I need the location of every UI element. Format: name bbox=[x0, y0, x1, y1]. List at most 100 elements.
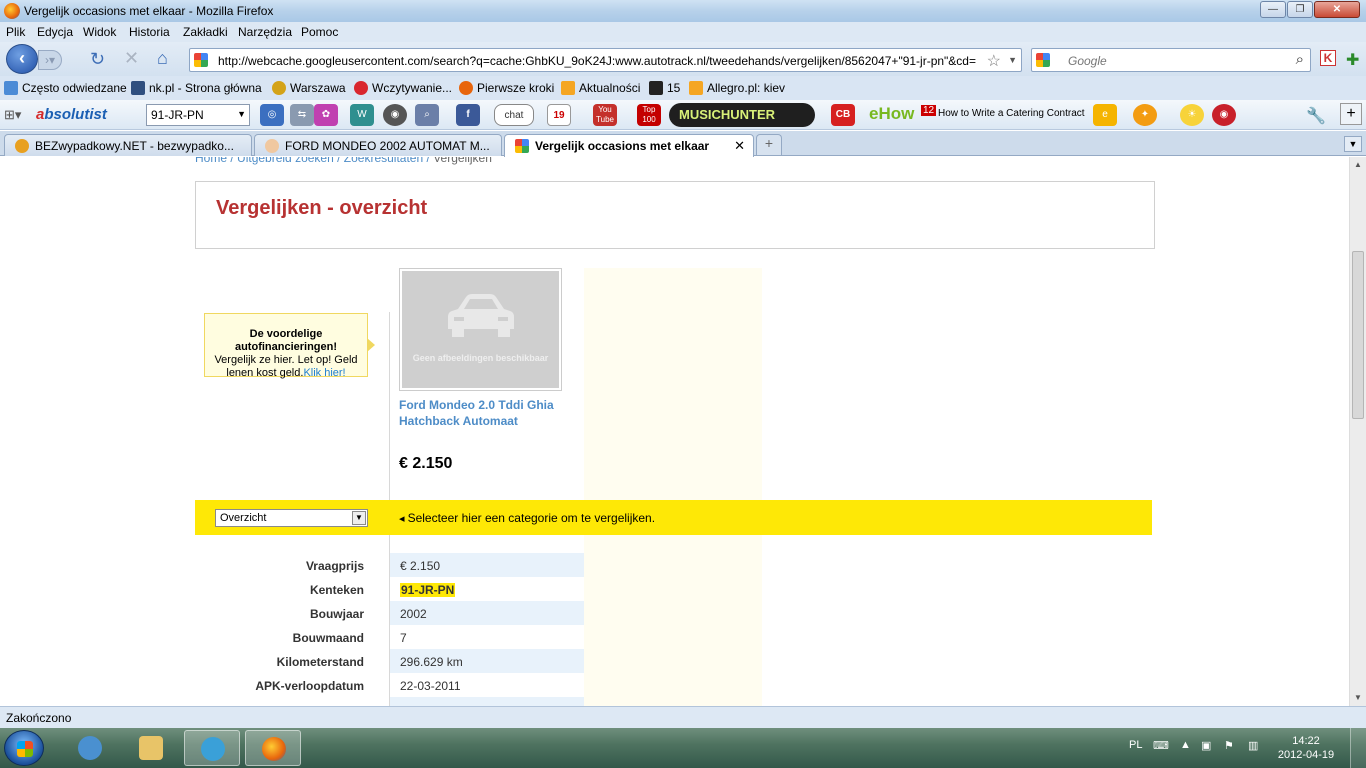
tab-vergelijk[interactable]: Vergelijk occasions met elkaar ✕ bbox=[504, 134, 754, 157]
show-desktop-button[interactable] bbox=[1350, 728, 1366, 768]
bookmark-nk[interactable]: nk.pl - Strona główna bbox=[131, 81, 262, 95]
search-engine-icon[interactable] bbox=[1036, 53, 1050, 67]
menu-narzedzia[interactable]: Narzędzia bbox=[238, 25, 292, 39]
menu-historia[interactable]: Historia bbox=[129, 25, 170, 39]
license-plate: 91-JR-PN bbox=[400, 583, 456, 597]
bookmark-aktualnosci[interactable]: Aktualności bbox=[561, 81, 640, 95]
back-button[interactable]: ‹ bbox=[6, 44, 38, 74]
search-icon[interactable]: ⌕ bbox=[1296, 51, 1304, 68]
new-tab-button[interactable]: + bbox=[756, 134, 782, 155]
tab-ford-mondeo[interactable]: FORD MONDEO 2002 AUTOMAT M... bbox=[254, 134, 502, 156]
toolbar-globe-icon[interactable]: ◉ bbox=[383, 104, 407, 126]
taskbar-firefox[interactable] bbox=[245, 730, 301, 766]
url-dropdown-icon[interactable]: ▼ bbox=[1008, 55, 1017, 65]
network-tray-icon[interactable]: ▥ bbox=[1248, 739, 1258, 752]
toolbar-w-icon[interactable]: W bbox=[350, 104, 374, 126]
menu-edycja[interactable]: Edycja bbox=[37, 25, 73, 39]
menu-widok[interactable]: Widok bbox=[83, 25, 116, 39]
forward-button[interactable]: ›▾ bbox=[38, 50, 62, 70]
car-image-placeholder[interactable]: Geen afbeeldingen beschikbaar bbox=[399, 268, 562, 391]
cb-icon[interactable]: CB bbox=[831, 104, 855, 126]
reload-icon[interactable]: ↻ bbox=[90, 49, 105, 70]
spec-row-kilometerstand: Kilometerstand 296.629 km bbox=[195, 649, 584, 673]
toolbar-options-icon[interactable]: ⊞▾ bbox=[4, 107, 21, 123]
bookmark-allegro[interactable]: Allegro.pl: kiev bbox=[689, 81, 785, 95]
search-placeholder: Google bbox=[1068, 54, 1107, 68]
ehow-article-link[interactable]: How to Write a Catering Contract bbox=[938, 108, 1085, 119]
nk-icon bbox=[131, 81, 145, 95]
menu-zakladki[interactable]: Zakładki bbox=[183, 25, 228, 39]
scrollbar-thumb[interactable] bbox=[1352, 251, 1364, 419]
kaspersky-icon[interactable]: K bbox=[1320, 50, 1336, 66]
wrench-icon[interactable]: 🔧 bbox=[1306, 106, 1326, 126]
maximize-button[interactable]: ❐ bbox=[1287, 1, 1313, 18]
taskbar-messenger[interactable] bbox=[184, 730, 240, 766]
scroll-down-icon[interactable]: ▼ bbox=[1354, 693, 1362, 702]
bookmark-wczytywanie[interactable]: Wczytywanie... bbox=[354, 81, 452, 95]
youtube-icon[interactable]: You Tube bbox=[593, 104, 617, 126]
vertical-scrollbar[interactable]: ▲ ▼ bbox=[1349, 157, 1366, 706]
toolbar-red-circle-icon[interactable]: ◉ bbox=[1212, 104, 1236, 126]
bookmark-star-icon[interactable]: ☆ bbox=[987, 51, 1001, 71]
toolbar-orange-icon[interactable]: ✦ bbox=[1133, 104, 1157, 126]
car-favicon-icon bbox=[15, 139, 29, 153]
toolbar-add-button[interactable]: + bbox=[1340, 103, 1362, 125]
toolbar-colorful-icon[interactable]: ✿ bbox=[314, 104, 338, 126]
tab-bezwypadkowy[interactable]: BEZwypadkowy.NET - bezwypadko... bbox=[4, 134, 252, 156]
chat-button[interactable]: chat bbox=[494, 104, 534, 126]
keyboard-icon[interactable]: ⌨ bbox=[1153, 739, 1169, 752]
search-bar[interactable]: Google ⌕ bbox=[1031, 48, 1311, 72]
calendar-icon[interactable]: 19 bbox=[547, 104, 571, 126]
minimize-button[interactable]: — bbox=[1260, 1, 1286, 18]
scroll-up-icon[interactable]: ▲ bbox=[1354, 160, 1362, 169]
breadcrumb-results[interactable]: Zoekresultaten bbox=[344, 157, 423, 165]
category-select[interactable]: Overzicht ▼ bbox=[215, 509, 368, 527]
toolbar-button-1[interactable]: ◎ bbox=[260, 104, 284, 126]
menu-plik[interactable]: Plik bbox=[6, 25, 25, 39]
category-bar: Overzicht ▼ Selecteer hier een categorie… bbox=[195, 500, 1152, 535]
bookmark-czesto[interactable]: Często odwiedzane bbox=[4, 81, 127, 95]
close-tab-icon[interactable]: ✕ bbox=[734, 138, 745, 154]
bookmark-warszawa[interactable]: Warszawa bbox=[272, 81, 346, 95]
menu-pomoc[interactable]: Pomoc bbox=[301, 25, 338, 39]
musichunter-button[interactable]: MUSICHUNTER bbox=[669, 103, 815, 127]
clock-date: 2012-04-19 bbox=[1277, 749, 1335, 761]
tray-expand-icon[interactable]: ▲ bbox=[1180, 739, 1191, 751]
toolbar-search-plus-icon[interactable]: ⌕ bbox=[415, 104, 439, 126]
bookmark-15[interactable]: 15 bbox=[649, 81, 680, 95]
breadcrumb: Home / Uitgebreid zoeken / Zoekresultate… bbox=[195, 157, 492, 165]
system-clock[interactable]: 14:22 2012-04-19 bbox=[1276, 734, 1336, 762]
firefox-icon bbox=[262, 737, 286, 761]
firefox-icon bbox=[4, 3, 20, 19]
toolbar-arrows-icon[interactable]: ⇆ bbox=[290, 104, 314, 126]
language-indicator[interactable]: PL bbox=[1129, 739, 1142, 751]
bookmark-pierwsze-kroki[interactable]: Pierwsze kroki bbox=[459, 81, 554, 95]
close-window-button[interactable]: ✕ bbox=[1314, 1, 1360, 18]
chevron-down-icon[interactable]: ▼ bbox=[352, 511, 366, 525]
promo-link[interactable]: Klik hier! bbox=[303, 367, 345, 379]
navigation-bar: ‹ ›▾ ↻ ✕ ⌂ http://webcache.googleusercon… bbox=[0, 42, 1366, 76]
taskbar-app-network[interactable] bbox=[62, 730, 118, 766]
top100-icon[interactable]: Top 100 bbox=[637, 104, 661, 126]
url-text[interactable]: http://webcache.googleusercontent.com/se… bbox=[218, 54, 978, 68]
weather-sun-icon[interactable]: ☀ bbox=[1180, 104, 1204, 126]
breadcrumb-advanced-search[interactable]: Uitgebreid zoeken bbox=[237, 157, 334, 165]
absolutist-logo[interactable]: absolutist bbox=[36, 106, 107, 123]
facebook-icon[interactable]: f bbox=[456, 104, 480, 126]
tab-list-dropdown[interactable]: ▼ bbox=[1344, 136, 1362, 152]
car-title-link[interactable]: Ford Mondeo 2.0 Tddi Ghia Hatchback Auto… bbox=[399, 397, 579, 429]
tray-device-icon[interactable]: ▣ bbox=[1201, 739, 1211, 752]
url-bar[interactable]: http://webcache.googleusercontent.com/se… bbox=[189, 48, 1022, 72]
home-icon[interactable]: ⌂ bbox=[157, 48, 168, 69]
absolutist-search-combo[interactable]: 91-JR-PN bbox=[146, 104, 250, 126]
stop-icon[interactable]: ✕ bbox=[124, 48, 139, 69]
ebay-icon[interactable]: e bbox=[1093, 104, 1117, 126]
breadcrumb-home[interactable]: Home bbox=[195, 157, 227, 165]
addon-puzzle-icon[interactable]: ✚ bbox=[1346, 50, 1359, 70]
flag-icon[interactable]: ⚑ bbox=[1224, 739, 1234, 752]
empty-compare-column bbox=[584, 268, 762, 706]
start-button[interactable] bbox=[4, 730, 44, 766]
taskbar-explorer[interactable] bbox=[123, 730, 179, 766]
window-titlebar: Vergelijk occasions met elkaar - Mozilla… bbox=[0, 0, 1366, 22]
ehow-logo[interactable]: eHow bbox=[869, 104, 914, 124]
